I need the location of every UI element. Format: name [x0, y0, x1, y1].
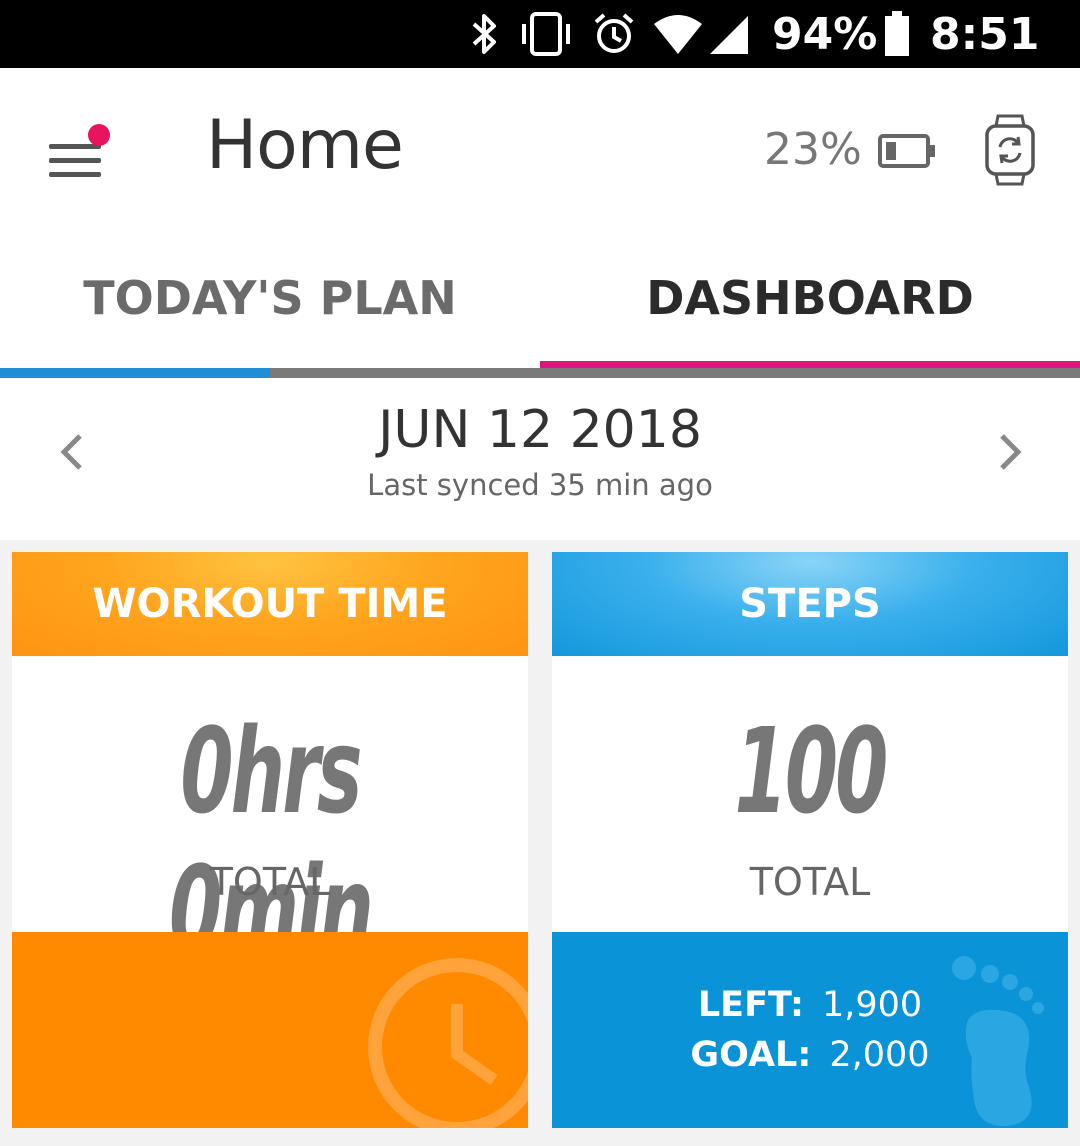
steps-goal-label: GOAL: — [690, 1035, 812, 1075]
workout-card-footer — [12, 932, 528, 1128]
phone-battery-percent: 94% — [772, 8, 878, 60]
last-synced-text: Last synced 35 min ago — [367, 468, 713, 502]
tracker-battery-percent: 23% — [764, 124, 862, 175]
menu-icon-line — [49, 172, 101, 177]
tab-selected-indicator — [540, 361, 1080, 368]
alarm-icon — [592, 0, 636, 68]
workout-total-label: TOTAL — [209, 860, 331, 904]
app-header: Home 23% — [0, 68, 1080, 228]
phone-battery-icon — [884, 0, 910, 68]
steps-goal-value: 2,000 — [829, 1035, 930, 1075]
notification-dot — [88, 124, 110, 146]
menu-button[interactable] — [46, 124, 110, 180]
tab-underline-accent-plan — [0, 368, 270, 378]
current-date: JUN 12 2018 — [378, 400, 702, 460]
cell-signal-icon — [708, 0, 750, 68]
steps-card[interactable]: STEPS 100 TOTAL LEFT: 1,900 GOAL: 2,000 — [552, 552, 1068, 1128]
workout-time-card[interactable]: WORKOUT TIME 0hrs 0min TOTAL — [12, 552, 528, 1128]
steps-stats: LEFT: 1,900 GOAL: 2,000 — [552, 980, 1068, 1080]
vibrate-icon — [518, 0, 574, 68]
clock-icon — [368, 958, 528, 1128]
wifi-icon — [652, 0, 704, 68]
steps-total-label: TOTAL — [749, 860, 871, 904]
watch-sync-icon — [985, 114, 1035, 186]
chevron-right-icon — [1000, 434, 1022, 470]
workout-card-title: WORKOUT TIME — [12, 552, 528, 656]
tab-todays-plan[interactable]: TODAY'S PLAN — [0, 228, 540, 368]
steps-left-row: LEFT: 1,900 — [552, 980, 1068, 1030]
steps-card-footer: LEFT: 1,900 GOAL: 2,000 — [552, 932, 1068, 1128]
clock-time: 8:51 — [930, 8, 1040, 60]
menu-icon-line — [49, 158, 101, 163]
page-title: Home — [206, 106, 404, 185]
date-navigator: JUN 12 2018 Last synced 35 min ago — [0, 378, 1080, 540]
status-bar: 94% 8:51 — [0, 0, 1080, 68]
sync-tracker-button[interactable] — [982, 114, 1038, 186]
tracker-battery-icon — [878, 134, 936, 168]
steps-left-value: 1,900 — [821, 985, 923, 1025]
next-day-button[interactable] — [990, 430, 1030, 474]
steps-left-label: LEFT: — [697, 985, 804, 1025]
tab-dashboard[interactable]: DASHBOARD — [540, 228, 1080, 368]
bluetooth-icon — [470, 0, 500, 68]
steps-goal-row: GOAL: 2,000 — [552, 1030, 1068, 1080]
steps-value: 100 — [734, 702, 889, 840]
steps-card-title: STEPS — [552, 552, 1068, 656]
tab-bar: TODAY'S PLAN DASHBOARD — [0, 228, 1080, 378]
